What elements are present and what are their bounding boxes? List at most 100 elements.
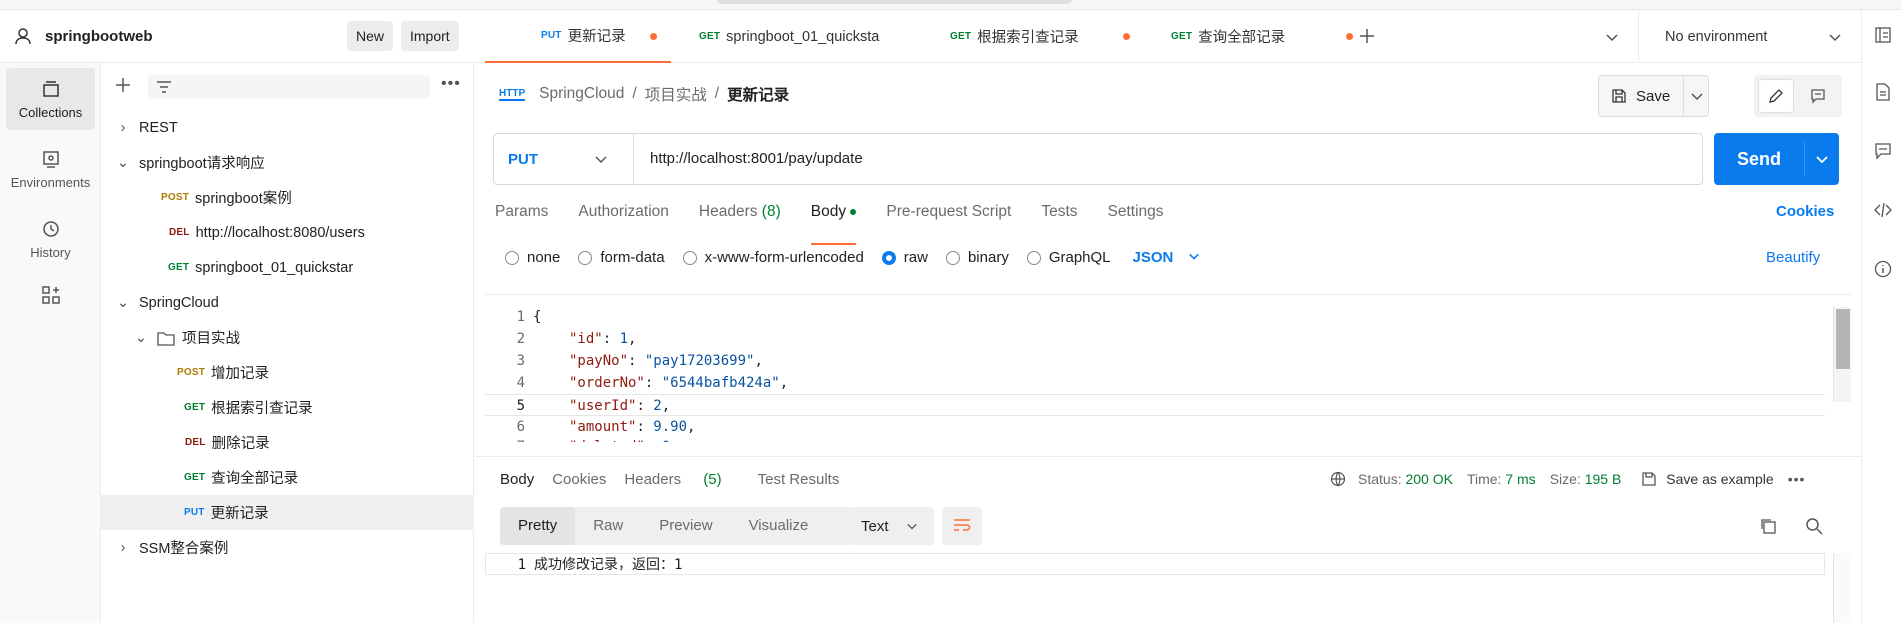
tab-headers[interactable]: Headers (8) — [699, 203, 781, 233]
tree-folder[interactable]: › REST — [101, 110, 474, 145]
tab-request[interactable]: GET 根据索引查记录 — [950, 10, 1130, 63]
tab-body[interactable]: Body — [810, 203, 857, 245]
view-pretty[interactable]: Pretty — [500, 507, 576, 545]
rail-collections[interactable]: Collections — [6, 68, 95, 130]
response-view-tabs: Pretty Raw Preview Visualize — [500, 507, 850, 545]
send-button[interactable]: Send — [1714, 133, 1804, 185]
view-visualize[interactable]: Visualize — [731, 507, 827, 545]
workspace-name[interactable]: springbootweb — [45, 28, 153, 45]
tree-request[interactable]: GET 根据索引查记录 — [101, 390, 474, 425]
method-badge: PUT — [541, 30, 562, 41]
comments-button[interactable] — [1801, 79, 1837, 113]
more-icon[interactable]: ••• — [441, 75, 461, 93]
code-line: 4 "orderNo": "6544bafb424a", — [485, 372, 1825, 394]
radio-raw[interactable]: raw — [881, 249, 928, 266]
breadcrumb: HTTP SpringCloud / 项目实战 / 更新记录 — [499, 83, 789, 105]
tree-folder[interactable]: ⌄ springboot请求响应 — [101, 145, 474, 180]
radio-form-data[interactable]: form-data — [578, 249, 665, 266]
environment-select[interactable]: No environment — [1638, 10, 1862, 63]
response-body[interactable]: 1 成功修改记录，返回：1 — [485, 553, 1851, 623]
size-value[interactable]: 195 B — [1585, 471, 1622, 487]
code-icon[interactable] — [1874, 201, 1892, 222]
method-badge: PUT — [184, 507, 205, 518]
tree-folder[interactable]: ⌄ 项目实战 — [101, 320, 474, 355]
format-label: JSON — [1132, 249, 1174, 266]
radio-none[interactable]: none — [505, 249, 560, 266]
rail-history[interactable]: History — [6, 208, 95, 270]
view-preview[interactable]: Preview — [641, 507, 730, 545]
response-tab-headers[interactable]: Headers (5) — [624, 471, 739, 488]
cookies-link[interactable]: Cookies — [1776, 203, 1834, 220]
tree-request[interactable]: DEL 删除记录 — [101, 425, 474, 460]
editor-scrollbar[interactable] — [1833, 307, 1851, 402]
info-icon[interactable] — [1874, 260, 1892, 281]
save-button[interactable]: Save — [1599, 76, 1683, 116]
documentation-icon[interactable] — [1874, 83, 1892, 104]
globe-icon[interactable] — [1330, 471, 1346, 487]
tab-settings[interactable]: Settings — [1108, 203, 1164, 233]
radio-urlencoded[interactable]: x-www-form-urlencoded — [682, 249, 864, 266]
tree-request[interactable]: DEL http://localhost:8080/users — [101, 215, 474, 250]
scrollbar-thumb[interactable] — [1836, 309, 1850, 369]
tabs-chevron-down-icon[interactable] — [1605, 30, 1619, 47]
status-value[interactable]: 200 OK — [1405, 471, 1452, 487]
url-input[interactable]: http://localhost:8001/pay/update — [650, 150, 863, 167]
new-button[interactable]: New — [347, 21, 394, 51]
code-line-current: 5 "userId": 2, — [485, 394, 1825, 416]
wrap-icon — [954, 519, 971, 531]
beautify-link[interactable]: Beautify — [1766, 249, 1820, 266]
body-format-select[interactable]: JSON — [1133, 249, 1200, 266]
tree-request-selected[interactable]: PUT 更新记录 — [101, 495, 474, 530]
tree-folder[interactable]: › SSM整合案例 — [101, 530, 474, 565]
edit-mode-button[interactable] — [1758, 79, 1794, 113]
user-icon[interactable] — [14, 27, 32, 48]
tab-tests[interactable]: Tests — [1041, 203, 1077, 233]
response-format-select[interactable]: Text — [848, 507, 934, 545]
method-select[interactable]: PUT — [494, 134, 634, 184]
line-number: 4 — [516, 375, 525, 391]
tab-pre-request-script[interactable]: Pre-request Script — [886, 203, 1011, 233]
chevron-down-icon[interactable] — [1815, 152, 1829, 166]
rail-add-apps[interactable] — [6, 278, 95, 318]
tree-request[interactable]: POST springboot案例 — [101, 180, 474, 215]
status-label: Status: — [1358, 471, 1402, 487]
response-tab-body[interactable]: Body — [500, 471, 534, 488]
tab-request[interactable]: GET 查询全部记录 — [1171, 10, 1353, 63]
new-tab-plus-icon[interactable] — [1358, 27, 1376, 48]
search-icon[interactable] — [1805, 517, 1823, 538]
breadcrumb-root[interactable]: SpringCloud — [539, 85, 624, 103]
code-text: "orderNo": "6544bafb424a", — [569, 375, 789, 391]
tab-request[interactable]: GET springboot_01_quicksta — [699, 10, 909, 63]
tab-params[interactable]: Params — [495, 203, 548, 233]
save-options-button[interactable] — [1683, 76, 1709, 116]
tab-request[interactable]: PUT 更新记录 — [485, 10, 671, 63]
response-tab-cookies[interactable]: Cookies — [552, 471, 606, 488]
tree-request[interactable]: POST 增加记录 — [101, 355, 474, 390]
time-value[interactable]: 7 ms — [1505, 471, 1535, 487]
rail-environments[interactable]: Environments — [6, 138, 95, 200]
top-search-pill[interactable] — [717, 0, 1072, 4]
copy-icon[interactable] — [1759, 517, 1777, 538]
import-button[interactable]: Import — [401, 21, 459, 51]
view-raw[interactable]: Raw — [575, 507, 641, 545]
comments-icon[interactable] — [1874, 142, 1892, 163]
more-icon[interactable]: ••• — [1788, 471, 1806, 487]
sidebar-toggle-icon[interactable] — [1874, 26, 1892, 47]
response-scrollbar[interactable] — [1833, 553, 1851, 623]
tree-request[interactable]: GET springboot_01_quickstar — [101, 250, 474, 285]
tab-authorization[interactable]: Authorization — [578, 203, 668, 233]
breadcrumb-current[interactable]: 更新记录 — [727, 83, 789, 105]
save-as-example-button[interactable]: Save as example — [1641, 471, 1774, 487]
tree-folder[interactable]: ⌄ SpringCloud — [101, 285, 474, 320]
plus-icon[interactable] — [115, 77, 131, 96]
tree-request[interactable]: GET 查询全部记录 — [101, 460, 474, 495]
wrap-lines-button[interactable] — [942, 507, 982, 545]
sidebar-search-input[interactable] — [148, 75, 430, 99]
response-tab-test-results[interactable]: Test Results — [758, 471, 840, 488]
tree-label: SpringCloud — [139, 294, 219, 311]
tab-label: Headers — [698, 203, 758, 220]
breadcrumb-folder[interactable]: 项目实战 — [645, 83, 707, 105]
radio-graphql[interactable]: GraphQL — [1026, 249, 1111, 266]
request-body-editor[interactable]: 1{ 2 "id": 1, 3 "payNo": "pay17203699", 4 "… — [485, 294, 1851, 442]
radio-binary[interactable]: binary — [945, 249, 1009, 266]
